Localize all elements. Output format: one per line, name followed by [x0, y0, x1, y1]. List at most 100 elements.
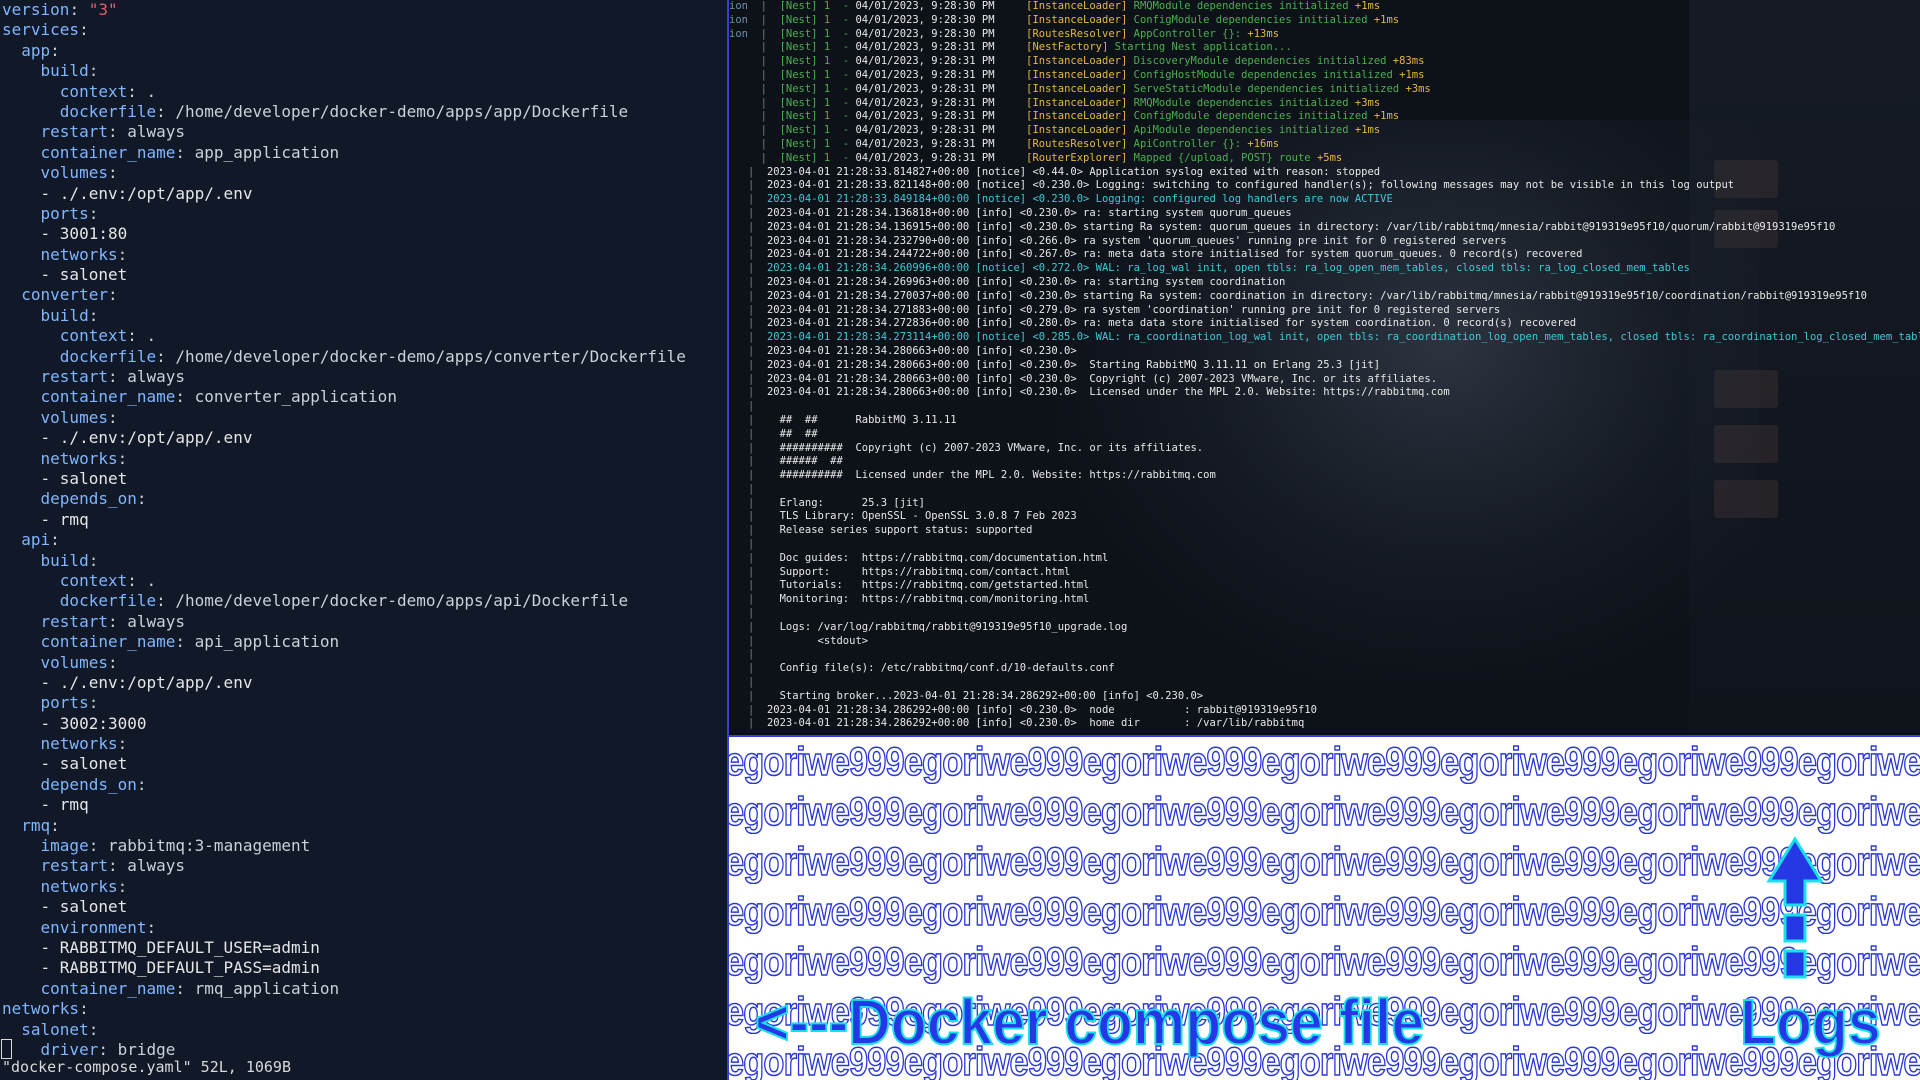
log-message: Mapped {/upload, POST} route [1127, 151, 1311, 164]
yaml-key: depends_on [2, 774, 137, 794]
yaml-value: : rabbitmq:3-management [88, 836, 311, 856]
log-separator: | [729, 496, 767, 509]
log-message: ConfigModule dependencies initialized [1127, 13, 1368, 26]
nest-log-line: ion | [Nest] 1 - 04/01/2023, 9:28:30 PM … [729, 0, 1920, 14]
log-separator: | [729, 524, 767, 537]
code-line: depends_on: [2, 489, 686, 509]
log-separator: - [830, 27, 856, 40]
rabbitmq-log-line: | Doc guides: https://rabbitmq.com/docum… [729, 552, 1920, 566]
log-separator: | [729, 565, 767, 578]
yaml-value: - RABBITMQ_DEFAULT_USER=admin [2, 937, 320, 957]
log-timestamp: 04/01/2023, 9:28:31 PM [855, 68, 995, 81]
log-separator: | [747, 41, 780, 54]
yaml-value: - rmq [2, 509, 89, 529]
log-separator: | [729, 579, 767, 592]
rabbitmq-log-line: | ########## Copyright (c) 2007-2023 VMw… [729, 442, 1920, 456]
log-duration: +16ms [1241, 137, 1280, 150]
log-message: AppController {}: [1127, 27, 1242, 40]
code-line: restart: always [2, 367, 686, 387]
log-text: 2023-04-01 21:28:33.814827+00:00 [notice… [766, 165, 1381, 178]
yaml-key: networks [2, 448, 118, 468]
log-separator [995, 138, 1027, 150]
yaml-key: ports [2, 693, 89, 713]
log-separator: | [729, 220, 767, 233]
yaml-value: : [88, 203, 99, 223]
code-line: - RABBITMQ_DEFAULT_USER=admin [2, 938, 686, 958]
log-separator: | [729, 620, 767, 633]
log-text: 2023-04-01 21:28:33.821148+00:00 [notice… [766, 179, 1735, 192]
rabbitmq-log-line: | ###### ## [729, 455, 1920, 469]
log-separator: | [729, 538, 767, 551]
editor-pane[interactable]: version: "3" services: app: build: contex… [0, 0, 729, 1080]
rabbitmq-log-line: | ########## Licensed under the MPL 2.0.… [729, 469, 1920, 483]
log-text: 2023-04-01 21:28:34.280663+00:00 [info] … [766, 386, 1450, 399]
log-separator [995, 41, 1027, 53]
code-line: context: . [2, 571, 686, 591]
yaml-value: : always [107, 856, 186, 876]
logs-terminal[interactable]: ion | [Nest] 1 - 04/01/2023, 9:28:30 PM … [729, 0, 1920, 733]
yaml-value: - 3002:3000 [2, 713, 147, 733]
log-separator: | [729, 717, 767, 730]
rabbitmq-log-line: | 2023-04-01 21:28:34.286292+00:00 [info… [729, 704, 1920, 718]
log-text: 2023-04-01 21:28:34.280663+00:00 [info] … [766, 344, 1077, 357]
yaml-code[interactable]: version: "3" services: app: build: contex… [2, 0, 686, 1060]
log-prefix [729, 41, 748, 53]
rabbitmq-log-line: | Support: https://rabbitmq.com/contact.… [729, 566, 1920, 580]
code-line: build: [2, 61, 686, 81]
yaml-key: converter [2, 285, 108, 305]
log-context: [RoutesResolver] [1026, 27, 1128, 40]
log-message: ConfigModule dependencies initialized [1127, 110, 1368, 123]
yaml-key: networks [2, 999, 80, 1019]
log-context: [InstanceLoader] [1026, 68, 1128, 81]
rabbitmq-log-line: | Release series support status: support… [729, 524, 1920, 538]
yaml-value: : converter_application [175, 387, 397, 407]
nest-label: [Nest] 1 [779, 27, 831, 40]
yaml-value: - RABBITMQ_DEFAULT_PASS=admin [2, 958, 320, 978]
yaml-value: - salonet [2, 468, 128, 488]
log-separator: | [729, 165, 767, 178]
yaml-key: container_name [2, 632, 176, 652]
rabbitmq-log-line: | 2023-04-01 21:28:34.271883+00:00 [info… [729, 304, 1920, 318]
code-line: restart: always [2, 612, 686, 632]
yaml-key: container_name [2, 387, 176, 407]
code-line: dockerfile: /home/developer/docker-demo/… [2, 102, 686, 122]
log-prefix [729, 55, 748, 67]
code-line: rmq: [2, 816, 686, 836]
log-separator: | [729, 344, 767, 357]
nest-log-line: | [Nest] 1 - 04/01/2023, 9:28:31 PM [Ins… [729, 55, 1920, 69]
rabbitmq-log-line: | 2023-04-01 21:28:33.821148+00:00 [noti… [729, 179, 1920, 193]
yaml-value: : [79, 20, 89, 40]
log-separator: | [729, 703, 767, 716]
rabbitmq-log-line: | <stdout> [729, 635, 1920, 649]
log-prefix: ion [729, 27, 748, 40]
log-separator: | [747, 82, 780, 95]
yaml-key: volumes [2, 652, 108, 672]
code-line: - 3001:80 [2, 224, 686, 244]
log-text: Starting broker...2023-04-01 21:28:34.28… [766, 689, 1204, 702]
yaml-value: : [88, 305, 99, 325]
log-context: [NestFactory] [1026, 41, 1109, 54]
yaml-value: : [88, 550, 99, 570]
yaml-key: build [2, 61, 89, 81]
nest-log-line: ion | [Nest] 1 - 04/01/2023, 9:28:30 PM … [729, 28, 1920, 42]
log-separator: | [729, 206, 767, 219]
code-line: version: "3" [2, 0, 686, 20]
yaml-key: restart [2, 367, 108, 387]
log-message: RMQModule dependencies initialized [1127, 96, 1349, 109]
yaml-key: container_name [2, 978, 176, 998]
yaml-key: app [2, 40, 51, 60]
log-prefix [729, 83, 748, 95]
log-text: Monitoring: https://rabbitmq.com/monitor… [766, 593, 1090, 606]
yaml-value: : /home/developer/docker-demo/apps/app/D… [156, 101, 629, 121]
nest-label: [Nest] 1 [779, 137, 831, 150]
code-line: ports: [2, 204, 686, 224]
code-line: image: rabbitmq:3-management [2, 836, 686, 856]
log-text: 2023-04-01 21:28:34.260996+00:00 [notice… [766, 262, 1690, 275]
log-separator: - [830, 55, 856, 68]
log-message: ApiModule dependencies initialized [1127, 124, 1349, 137]
log-separator: - [830, 96, 856, 109]
log-prefix [729, 152, 748, 164]
code-line: volumes: [2, 408, 686, 428]
yaml-value: : [146, 917, 157, 937]
nest-label: [Nest] 1 [779, 96, 831, 109]
